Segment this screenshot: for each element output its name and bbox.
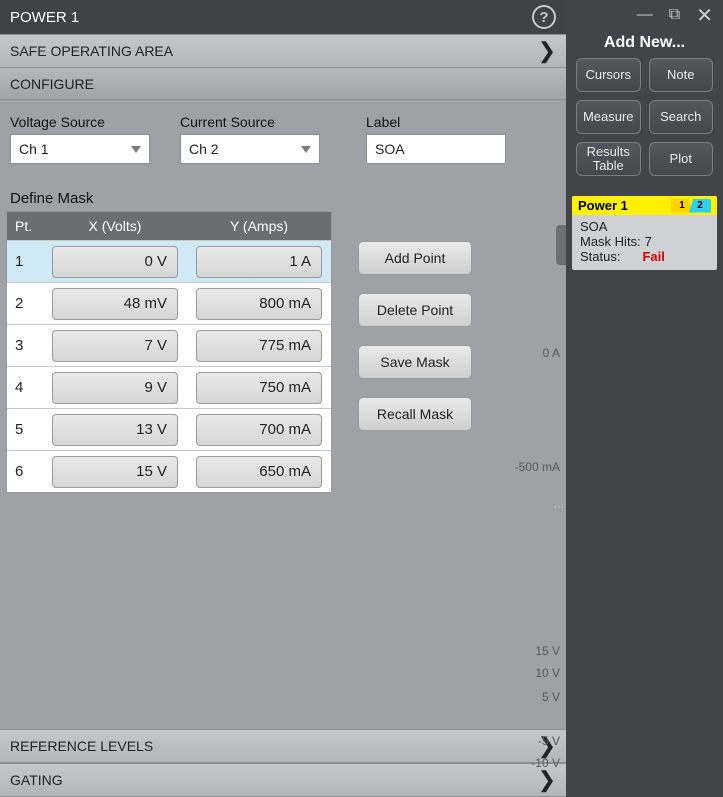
chevron-down-icon bbox=[301, 146, 311, 153]
mask-hits-label: Mask Hits: bbox=[580, 234, 641, 249]
col-pt: Pt. bbox=[7, 218, 43, 234]
section-label: REFERENCE LEVELS bbox=[10, 738, 153, 754]
mask-y-cell[interactable]: 700 mA bbox=[196, 414, 322, 446]
chevron-right-icon: ❯ bbox=[538, 767, 556, 793]
results-table-button[interactable]: Results Table bbox=[576, 142, 641, 176]
result-soa: SOA bbox=[580, 219, 607, 234]
chevron-down-icon bbox=[131, 146, 141, 153]
mask-y-cell[interactable]: 1 A bbox=[196, 246, 322, 278]
table-row[interactable]: 4 9 V 750 mA bbox=[7, 366, 331, 408]
channel-badge-2: 2 bbox=[689, 199, 711, 213]
measure-button[interactable]: Measure bbox=[576, 100, 641, 134]
section-label: CONFIGURE bbox=[10, 76, 94, 92]
voltage-source-select[interactable]: Ch 1 bbox=[10, 134, 150, 164]
row-index: 4 bbox=[7, 379, 43, 396]
search-button[interactable]: Search bbox=[649, 100, 714, 134]
section-label: GATING bbox=[10, 772, 63, 788]
delete-point-button[interactable]: Delete Point bbox=[358, 293, 472, 327]
channel-badges: 1 2 bbox=[671, 199, 711, 213]
axis-label: -10 V bbox=[531, 756, 560, 770]
mask-x-cell[interactable]: 9 V bbox=[52, 372, 178, 404]
row-index: 2 bbox=[7, 295, 43, 312]
window-controls: ― ⧉ ✕ bbox=[566, 0, 723, 30]
mask-x-cell[interactable]: 7 V bbox=[52, 330, 178, 362]
label-input[interactable] bbox=[366, 134, 506, 164]
plot-button[interactable]: Plot bbox=[649, 142, 714, 176]
note-button[interactable]: Note bbox=[649, 58, 714, 92]
result-card[interactable]: Power 1 1 2 SOA Mask Hits: 7 Status: Fai… bbox=[572, 196, 717, 270]
save-mask-button[interactable]: Save Mask bbox=[358, 345, 472, 379]
section-configure[interactable]: CONFIGURE bbox=[0, 68, 566, 100]
mask-x-cell[interactable]: 0 V bbox=[52, 246, 178, 278]
chevron-right-icon: ❯ bbox=[538, 38, 556, 64]
cursors-button[interactable]: Cursors bbox=[576, 58, 641, 92]
col-x: X (Volts) bbox=[43, 218, 187, 234]
status-value: Fail bbox=[642, 249, 664, 264]
table-row[interactable]: 3 7 V 775 mA bbox=[7, 324, 331, 366]
add-point-button[interactable]: Add Point bbox=[358, 241, 472, 275]
section-reference-levels[interactable]: REFERENCE LEVELS ❯ bbox=[0, 729, 566, 763]
table-row[interactable]: 6 15 V 650 mA bbox=[7, 450, 331, 492]
table-row[interactable]: 2 48 mV 800 mA bbox=[7, 282, 331, 324]
mask-y-cell[interactable]: 650 mA bbox=[196, 456, 322, 488]
mask-table: Pt. X (Volts) Y (Amps) 1 0 V 1 A 2 48 mV 800 … bbox=[6, 211, 332, 493]
current-source-select[interactable]: Ch 2 bbox=[180, 134, 320, 164]
mask-y-cell[interactable]: 775 mA bbox=[196, 330, 322, 362]
table-row[interactable]: 1 0 V 1 A bbox=[7, 240, 331, 282]
panel-header: POWER 1 ? bbox=[0, 0, 566, 34]
axis-label: -5 V bbox=[538, 734, 560, 748]
side-title: Add New... bbox=[566, 30, 723, 58]
table-row[interactable]: 5 13 V 700 mA bbox=[7, 408, 331, 450]
panel-title: POWER 1 bbox=[10, 9, 79, 26]
axis-label: 15 V bbox=[535, 644, 560, 658]
section-label: SAFE OPERATING AREA bbox=[10, 43, 173, 59]
define-mask-title: Define Mask bbox=[0, 168, 566, 211]
recall-mask-button[interactable]: Recall Mask bbox=[358, 397, 472, 431]
mask-x-cell[interactable]: 13 V bbox=[52, 414, 178, 446]
close-icon[interactable]: ✕ bbox=[696, 3, 713, 28]
section-gating[interactable]: GATING ❯ bbox=[0, 763, 566, 797]
result-name: Power 1 bbox=[578, 198, 628, 213]
voltage-source-label: Voltage Source bbox=[10, 114, 150, 130]
current-source-label: Current Source bbox=[180, 114, 320, 130]
minimize-icon[interactable]: ― bbox=[637, 6, 653, 24]
mask-hits-value: 7 bbox=[645, 234, 652, 249]
row-index: 6 bbox=[7, 463, 43, 480]
result-card-header: Power 1 1 2 bbox=[572, 196, 717, 215]
mask-x-cell[interactable]: 48 mV bbox=[52, 288, 178, 320]
row-index: 1 bbox=[7, 253, 43, 270]
maximize-icon[interactable]: ⧉ bbox=[669, 6, 680, 24]
mask-y-cell[interactable]: 750 mA bbox=[196, 372, 322, 404]
expand-tab[interactable] bbox=[556, 225, 566, 265]
current-source-value: Ch 2 bbox=[189, 141, 219, 157]
mask-y-cell[interactable]: 800 mA bbox=[196, 288, 322, 320]
axis-label: -500 mA bbox=[515, 460, 560, 474]
row-index: 5 bbox=[7, 421, 43, 438]
axis-label: 10 V bbox=[535, 666, 560, 680]
mask-x-cell[interactable]: 15 V bbox=[52, 456, 178, 488]
status-label: Status: bbox=[580, 249, 620, 264]
label-field-label: Label bbox=[366, 114, 506, 130]
resize-handle-icon[interactable]: ⋮ bbox=[553, 502, 564, 513]
help-icon[interactable]: ? bbox=[532, 5, 556, 29]
col-y: Y (Amps) bbox=[187, 218, 331, 234]
axis-label: 5 V bbox=[542, 690, 560, 704]
row-index: 3 bbox=[7, 337, 43, 354]
section-safe-operating-area[interactable]: SAFE OPERATING AREA ❯ bbox=[0, 34, 566, 68]
mask-table-header: Pt. X (Volts) Y (Amps) bbox=[7, 212, 331, 240]
axis-label: 0 A bbox=[543, 346, 560, 360]
voltage-source-value: Ch 1 bbox=[19, 141, 49, 157]
